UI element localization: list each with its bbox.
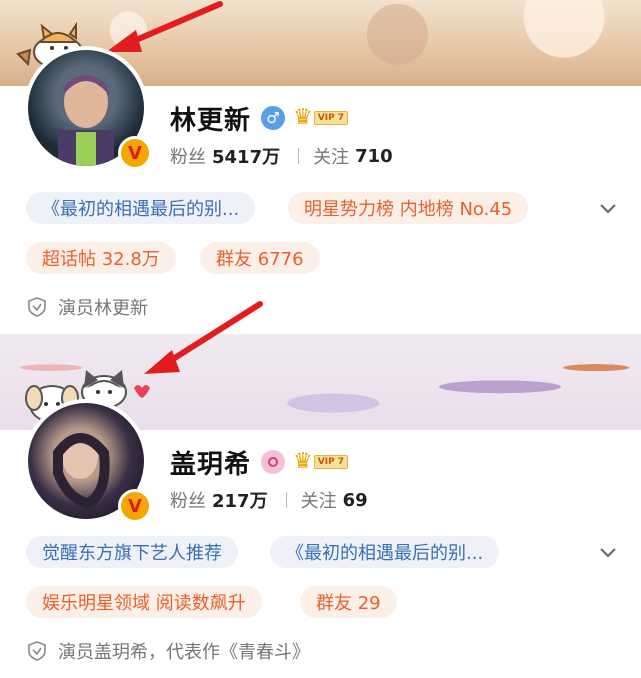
shield-icon	[28, 641, 46, 661]
red-arrow-annotation-2	[140, 300, 265, 384]
stats-row: 粉丝 217万 关注 69	[170, 487, 368, 513]
followers-count[interactable]: 5417万	[212, 143, 280, 169]
female-gender-icon	[261, 450, 286, 474]
following-count[interactable]: 69	[343, 490, 368, 511]
stats-divider	[298, 148, 300, 164]
crown-icon: ♛	[293, 449, 313, 474]
tag-chip[interactable]: 群友 29	[300, 586, 397, 618]
following-label: 关注	[313, 147, 350, 168]
shield-icon	[28, 297, 46, 317]
profile-name[interactable]: 林更新	[170, 100, 251, 137]
vip-badge[interactable]: ♛ VIP 7	[293, 449, 349, 474]
profile-name[interactable]: 盖玥希	[170, 444, 251, 481]
name-row: 盖玥希 ♛ VIP 7	[170, 442, 349, 482]
verified-badge-icon: V	[118, 136, 152, 170]
tag-chip[interactable]: 明星势力榜 内地榜 No.45	[288, 192, 529, 224]
following-count[interactable]: 710	[355, 146, 393, 167]
avatar-1[interactable]: V	[24, 46, 152, 170]
tag-chip[interactable]: 娱乐明星领域 阅读数飙升	[26, 586, 262, 618]
tag-chip[interactable]: 《最初的相遇最后的别...	[270, 536, 500, 568]
verified-badge-icon: V	[118, 489, 152, 523]
bio-text: 演员盖玥希，代表作《青春斗》	[58, 642, 310, 663]
following-label: 关注	[300, 491, 337, 512]
tag-chip[interactable]: 觉醒东方旗下艺人推荐	[26, 536, 238, 568]
vip-level-label: VIP 7	[313, 111, 349, 125]
stats-row: 粉丝 5417万 关注 710	[170, 143, 393, 169]
bio-row: 演员林更新	[26, 294, 148, 320]
followers-label: 粉丝	[170, 491, 206, 512]
tag-chip[interactable]: 超话帖 32.8万	[26, 242, 176, 274]
chevron-down-icon[interactable]	[598, 198, 618, 218]
tag-chip[interactable]: 《最初的相遇最后的别...	[26, 192, 256, 224]
stats-divider	[285, 492, 287, 508]
followers-label: 粉丝	[170, 147, 206, 168]
vip-badge[interactable]: ♛ VIP 7	[293, 105, 349, 130]
chevron-down-icon[interactable]	[598, 542, 618, 562]
bio-text: 演员林更新	[58, 298, 148, 319]
vip-level-label: VIP 7	[313, 455, 349, 469]
tag-chip[interactable]: 群友 6776	[200, 242, 320, 274]
crown-icon: ♛	[293, 105, 313, 130]
followers-count[interactable]: 217万	[212, 487, 268, 513]
avatar-2[interactable]: V	[24, 399, 152, 523]
male-gender-icon: ♂	[261, 106, 286, 130]
profile-card-1[interactable]: V 林更新 ♂ ♛ VIP 7 粉丝 5417万 关注 710 《最初的相遇最后…	[0, 0, 641, 334]
bio-row: 演员盖玥希，代表作《青春斗》	[26, 638, 310, 664]
name-row: 林更新 ♂ ♛ VIP 7	[170, 98, 349, 138]
